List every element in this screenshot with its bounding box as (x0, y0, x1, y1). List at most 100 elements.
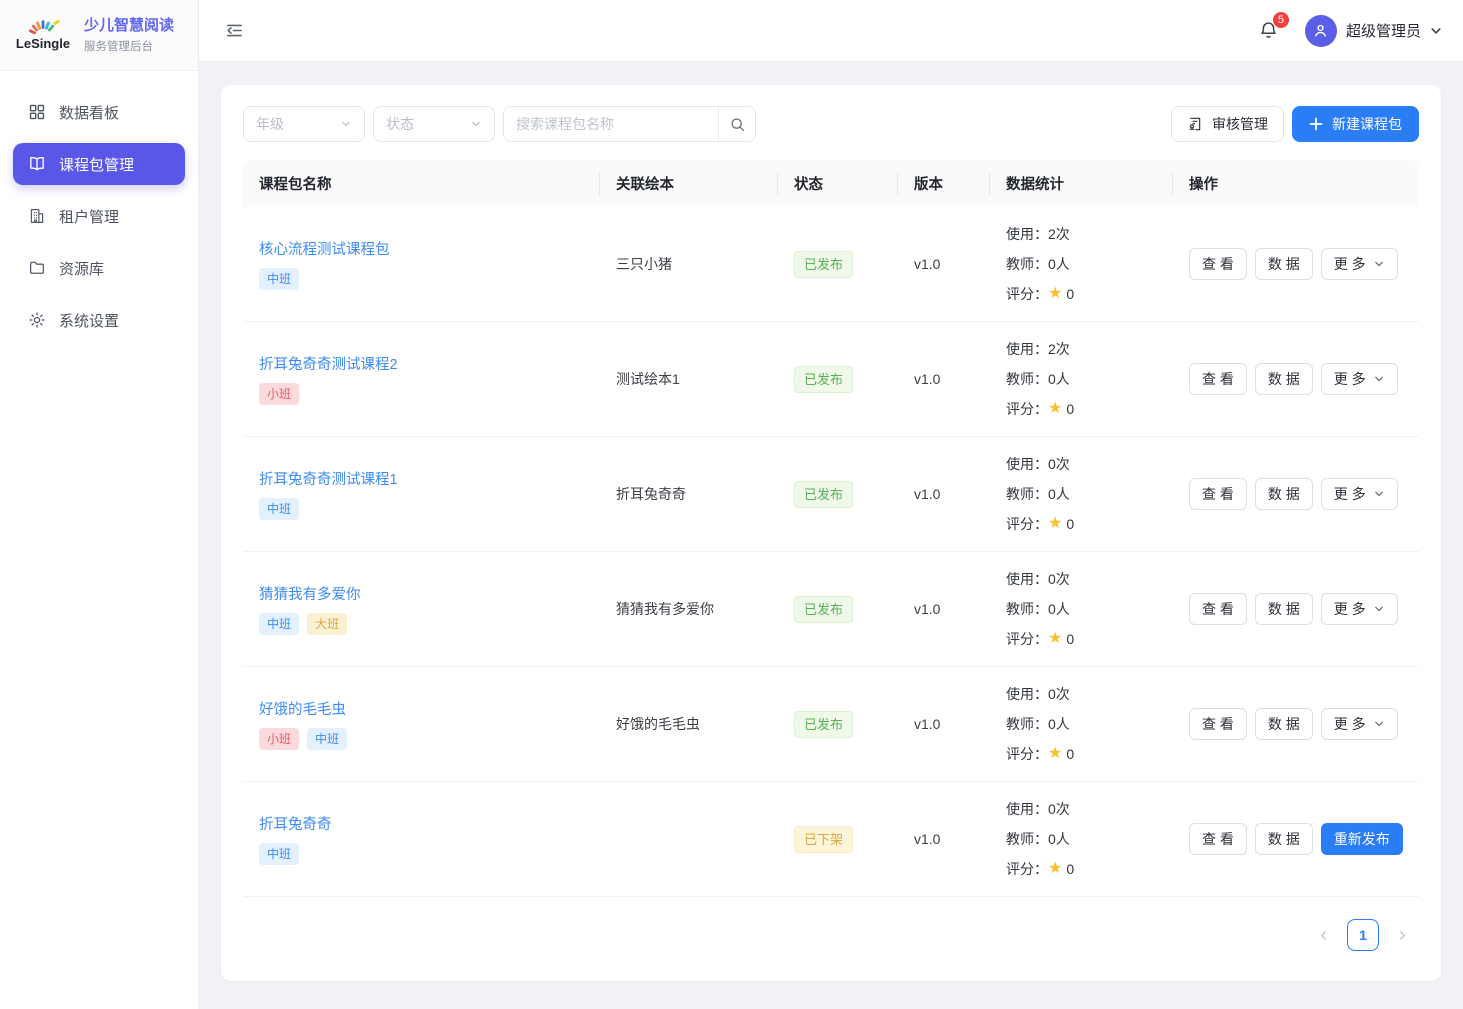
version-text: v1.0 (898, 371, 990, 387)
search-button[interactable] (718, 107, 755, 141)
package-name-cell: 猜猜我有多爱你 中班大班 (243, 583, 600, 635)
teachers-stat: 教师：0人 (1006, 594, 1157, 624)
grade-tag: 中班 (307, 728, 347, 750)
package-name-cell: 好饿的毛毛虫 小班中班 (243, 698, 600, 750)
data-button[interactable]: 数 据 (1255, 823, 1313, 855)
usage-value: 0次 (1048, 679, 1070, 709)
sidebar-collapse-button[interactable] (225, 21, 244, 40)
package-name-link[interactable]: 核心流程测试课程包 (259, 238, 390, 259)
data-button[interactable]: 数 据 (1255, 478, 1313, 510)
sidebar-item-tenants[interactable]: 租户管理 (13, 195, 185, 237)
status-select[interactable]: 状态 (373, 106, 495, 142)
header-version: 版本 (898, 173, 990, 194)
sidebar-item-settings[interactable]: 系统设置 (13, 299, 185, 341)
grade-select[interactable]: 年级 (243, 106, 365, 142)
topbar: 5 超级管理员 (199, 0, 1463, 62)
more-button[interactable]: 更 多 (1321, 708, 1398, 740)
teachers-label: 教师： (1006, 709, 1048, 739)
usage-value: 0次 (1048, 449, 1070, 479)
search-group (503, 106, 756, 142)
table-header: 课程包名称 关联绘本 状态 版本 数据统计 操作 (243, 160, 1419, 207)
package-name-link[interactable]: 折耳兔奇奇测试课程1 (259, 468, 398, 489)
view-button[interactable]: 查 看 (1189, 248, 1247, 280)
grade-tag: 小班 (259, 383, 299, 405)
page-1-button[interactable]: 1 (1347, 919, 1379, 951)
view-button[interactable]: 查 看 (1189, 593, 1247, 625)
data-button[interactable]: 数 据 (1255, 708, 1313, 740)
usage-stat: 使用：0次 (1006, 449, 1157, 479)
sidebar-item-label: 租户管理 (59, 206, 119, 227)
view-button[interactable]: 查 看 (1189, 823, 1247, 855)
avatar[interactable] (1305, 15, 1337, 47)
usage-value: 2次 (1048, 219, 1070, 249)
sidebar-item-dashboard[interactable]: 数据看板 (13, 91, 185, 133)
star-icon: ★ (1048, 516, 1062, 532)
book-name: 好饿的毛毛虫 (600, 714, 778, 734)
usage-stat: 使用：2次 (1006, 219, 1157, 249)
version-text: v1.0 (898, 601, 990, 617)
teachers-stat: 教师：0人 (1006, 709, 1157, 739)
status-badge: 已发布 (794, 251, 853, 278)
pagination: 1 (243, 919, 1419, 951)
prev-page-button[interactable] (1317, 929, 1330, 942)
next-page-button[interactable] (1396, 929, 1409, 942)
more-button-label: 更 多 (1334, 254, 1366, 274)
actions-cell: 查 看 数 据 更 多 重新发布 (1173, 248, 1419, 280)
teachers-value: 0人 (1048, 594, 1070, 624)
package-name-link[interactable]: 好饿的毛毛虫 (259, 698, 346, 719)
actions-cell: 查 看 数 据 更 多 重新发布 (1173, 593, 1419, 625)
version-text: v1.0 (898, 256, 990, 272)
sidebar-menu: 数据看板 课程包管理 租户管理 资源库 (0, 71, 198, 341)
grade-tags: 中班 (259, 498, 584, 520)
more-button[interactable]: 更 多 (1321, 363, 1398, 395)
sidebar: LeSingle 少儿智慧阅读 服务管理后台 数据看板 课程包管理 (0, 0, 199, 1009)
logo-fan-icon (21, 20, 65, 37)
course-package-card: 年级 状态 (221, 85, 1441, 981)
status-badge: 已发布 (794, 596, 853, 623)
user-menu-button[interactable] (1429, 24, 1443, 38)
more-button[interactable]: 更 多 (1321, 593, 1398, 625)
rating-stat: 评分：★0 (1006, 624, 1157, 654)
stats-cell: 使用：0次 教师：0人 评分：★0 (990, 564, 1173, 654)
data-button[interactable]: 数 据 (1255, 248, 1313, 280)
view-button[interactable]: 查 看 (1189, 478, 1247, 510)
more-button[interactable]: 更 多 (1321, 248, 1398, 280)
review-button-label: 审核管理 (1212, 114, 1268, 134)
more-button-label: 更 多 (1334, 369, 1366, 389)
sidebar-item-label: 数据看板 (59, 102, 119, 123)
data-button[interactable]: 数 据 (1255, 593, 1313, 625)
rating-value: 0 (1066, 509, 1074, 539)
view-button[interactable]: 查 看 (1189, 363, 1247, 395)
usage-label: 使用： (1006, 794, 1048, 824)
package-name-link[interactable]: 折耳兔奇奇 (259, 813, 332, 834)
grade-tag: 大班 (307, 613, 347, 635)
package-name-link[interactable]: 猜猜我有多爱你 (259, 583, 361, 604)
notifications-button[interactable]: 5 (1258, 20, 1279, 41)
teachers-stat: 教师：0人 (1006, 479, 1157, 509)
filter-toolbar: 年级 状态 (243, 106, 1419, 142)
grade-tags: 小班中班 (259, 728, 584, 750)
actions-cell: 查 看 数 据 更 多 重新发布 (1173, 478, 1419, 510)
search-input[interactable] (504, 107, 718, 141)
more-button[interactable]: 更 多 (1321, 478, 1398, 510)
usage-value: 0次 (1048, 794, 1070, 824)
rating-stat: 评分：★0 (1006, 509, 1157, 539)
header-book: 关联绘本 (600, 173, 778, 194)
package-name-link[interactable]: 折耳兔奇奇测试课程2 (259, 353, 398, 374)
review-management-button[interactable]: 审核管理 (1171, 106, 1284, 142)
view-button[interactable]: 查 看 (1189, 708, 1247, 740)
republish-button[interactable]: 重新发布 (1321, 823, 1403, 855)
sidebar-item-resources[interactable]: 资源库 (13, 247, 185, 289)
chevron-down-icon (470, 118, 482, 130)
header-stats: 数据统计 (990, 173, 1173, 194)
gear-icon (28, 311, 46, 329)
folder-icon (28, 259, 46, 277)
data-button[interactable]: 数 据 (1255, 363, 1313, 395)
sidebar-item-course-packages[interactable]: 课程包管理 (13, 143, 185, 185)
sidebar-item-label: 资源库 (59, 258, 104, 279)
rating-value: 0 (1066, 394, 1074, 424)
create-package-button[interactable]: 新建课程包 (1292, 106, 1419, 142)
rating-value: 0 (1066, 279, 1074, 309)
usage-value: 2次 (1048, 334, 1070, 364)
status-cell: 已发布 (778, 366, 898, 393)
